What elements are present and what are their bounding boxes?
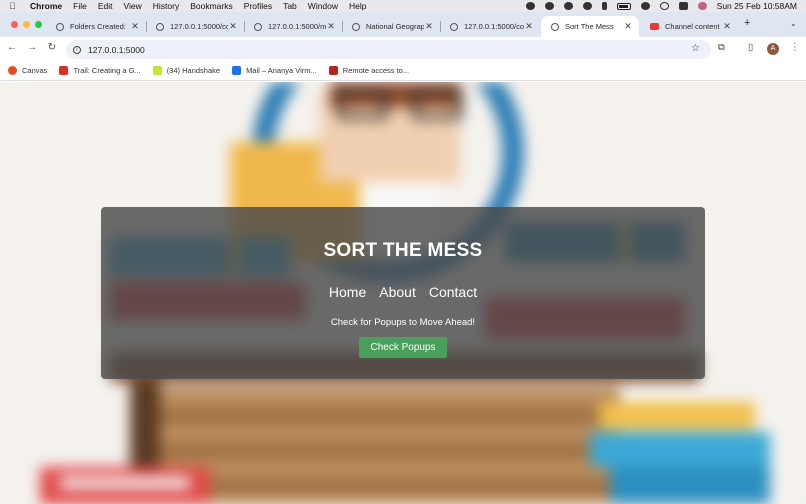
menu-tab[interactable]: Tab <box>283 1 297 11</box>
bookmark-canvas[interactable]: Canvas <box>8 66 47 75</box>
bookmark-remote-access[interactable]: Remote access to... <box>328 66 410 75</box>
site-nav: Home About Contact <box>101 284 705 300</box>
menu-history[interactable]: History <box>153 1 179 11</box>
menu-file[interactable]: File <box>73 1 87 11</box>
status-area: Sun 25 Feb 10:58AM <box>525 1 797 11</box>
control-center-icon[interactable] <box>678 2 688 10</box>
menu-bookmarks[interactable]: Bookmarks <box>190 1 233 11</box>
record-icon[interactable] <box>544 2 554 10</box>
more-options-icon[interactable]: ⋮ <box>790 42 800 53</box>
check-popups-button[interactable]: Check Popups <box>359 337 447 358</box>
bookmark-mail[interactable]: Mail – Ananya Virm... <box>232 66 317 75</box>
tab-title: 127.0.0.1:5000/m <box>268 22 326 31</box>
globe-icon <box>156 22 164 31</box>
menu-edit[interactable]: Edit <box>98 1 113 11</box>
bookmark-label: Canvas <box>22 66 48 75</box>
bookmark-handshake[interactable]: (34) Handshake <box>152 66 221 75</box>
globe-icon <box>56 22 64 31</box>
profile-avatar[interactable]: A <box>767 43 779 55</box>
handshake-icon <box>152 66 162 75</box>
window-controls <box>11 21 42 28</box>
tab-title: Sort The Mess <box>565 22 614 31</box>
nav-home-link[interactable]: Home <box>329 284 366 300</box>
extensions-puzzle-icon[interactable]: ⧉ <box>718 42 725 53</box>
menu-bar:  Chrome File Edit View History Bookmark… <box>0 0 806 12</box>
close-window-button[interactable] <box>11 21 18 28</box>
address-bar[interactable]: i 127.0.0.1:5000 ☆ <box>66 40 711 59</box>
minimize-window-button[interactable] <box>23 21 30 28</box>
close-tab-icon[interactable]: ✕ <box>524 21 534 32</box>
vpn-icon[interactable] <box>563 2 573 10</box>
battery-icon[interactable] <box>616 2 631 10</box>
page-content: SORT THE MESS Home About Contact Check f… <box>0 82 806 504</box>
url-text[interactable]: 127.0.0.1:5000 <box>88 45 145 55</box>
cloud-icon[interactable] <box>525 2 535 10</box>
tab-title: Folders Created: <box>70 22 126 31</box>
back-arrow-icon[interactable]: ← <box>6 42 18 53</box>
close-tab-icon[interactable]: ✕ <box>424 21 434 32</box>
canvas-icon <box>8 66 17 75</box>
bookmark-label: (34) Handshake <box>166 66 221 75</box>
tab-channel-content[interactable]: Channel content - ✕ <box>640 16 738 37</box>
close-tab-icon[interactable]: ✕ <box>623 21 633 32</box>
globe-icon <box>551 22 559 31</box>
side-panel-icon[interactable]: ▯ <box>748 42 753 53</box>
nav-contact-link[interactable]: Contact <box>429 284 477 300</box>
popup-message: Check for Popups to Move Ahead! <box>330 317 476 328</box>
bookmark-trail[interactable]: Trail: Creating a G... <box>59 66 141 75</box>
remote-access-icon <box>328 66 338 75</box>
tab-title: 127.0.0.1:5000/co <box>170 22 228 31</box>
tab-folders-created[interactable]: Folders Created: ✕ <box>46 16 146 37</box>
tab-localhost-2[interactable]: 127.0.0.1:5000/m ✕ <box>244 16 342 37</box>
menu-app-name[interactable]: Chrome <box>30 1 62 11</box>
bookmark-label: Mail – Ananya Virm... <box>246 66 317 75</box>
bluetooth-icon[interactable] <box>601 2 607 10</box>
forward-arrow-icon[interactable]: → <box>26 42 38 53</box>
headphones-icon[interactable] <box>582 2 592 10</box>
globe-icon <box>352 22 360 31</box>
site-info-icon[interactable]: i <box>73 45 81 54</box>
tab-sort-the-mess[interactable]: Sort The Mess ✕ <box>541 16 639 37</box>
menu-help[interactable]: Help <box>349 1 366 11</box>
browser-toolbar: ← → ↻ i 127.0.0.1:5000 ☆ ⧉ ▯ ⋮ <box>0 37 806 61</box>
siri-icon[interactable] <box>697 2 707 10</box>
welcome-overlay: SORT THE MESS Home About Contact Check f… <box>101 207 705 379</box>
apple-icon[interactable]:  <box>9 1 23 11</box>
tab-title: Channel content - <box>665 22 722 31</box>
youtube-icon <box>650 23 659 30</box>
globe-icon <box>254 22 262 31</box>
tab-title: National Geograp <box>366 22 424 31</box>
site-title: SORT THE MESS <box>323 240 483 261</box>
bookmarks-bar: Canvas Trail: Creating a G... (34) Hands… <box>0 61 806 81</box>
reload-icon[interactable]: ↻ <box>46 42 58 53</box>
zoom-window-button[interactable] <box>35 21 42 28</box>
tab-national-geographic[interactable]: National Geograp ✕ <box>342 16 440 37</box>
tab-title: 127.0.0.1:5000/co <box>464 22 524 31</box>
tab-localhost-3[interactable]: 127.0.0.1:5000/co ✕ <box>440 16 540 37</box>
tab-localhost-1[interactable]: 127.0.0.1:5000/co ✕ <box>146 16 244 37</box>
spotlight-search-icon[interactable] <box>659 2 669 10</box>
globe-icon <box>450 22 458 31</box>
outlook-mail-icon <box>232 66 242 75</box>
bookmark-label: Trail: Creating a G... <box>73 66 141 75</box>
close-tab-icon[interactable]: ✕ <box>722 21 732 32</box>
menu-view[interactable]: View <box>123 1 141 11</box>
menu-profiles[interactable]: Profiles <box>244 1 272 11</box>
trailhead-icon <box>59 66 69 75</box>
close-tab-icon[interactable]: ✕ <box>130 21 140 32</box>
new-tab-icon[interactable]: + <box>744 17 750 29</box>
tab-search-chevron-icon[interactable]: ⌄ <box>790 19 797 28</box>
nav-about-link[interactable]: About <box>379 284 416 300</box>
close-tab-icon[interactable]: ✕ <box>326 21 336 32</box>
bookmark-label: Remote access to... <box>342 66 410 75</box>
menu-window[interactable]: Window <box>308 1 338 11</box>
close-tab-icon[interactable]: ✕ <box>228 21 238 32</box>
bookmark-star-icon[interactable]: ☆ <box>691 43 700 54</box>
tab-strip: Folders Created: ✕ 127.0.0.1:5000/co ✕ 1… <box>0 12 806 37</box>
clock[interactable]: Sun 25 Feb 10:58AM <box>717 1 797 11</box>
wifi-icon[interactable] <box>640 2 650 10</box>
